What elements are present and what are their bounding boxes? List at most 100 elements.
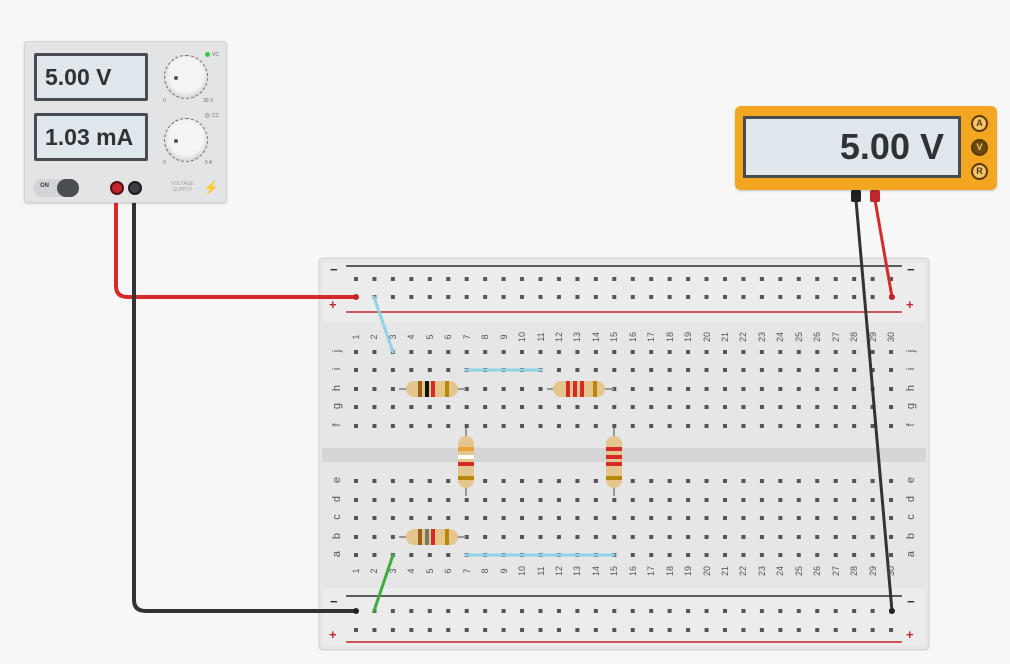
breadboard-hole[interactable]	[870, 498, 875, 502]
breadboard-hole[interactable]	[870, 424, 875, 428]
voltage-knob[interactable]	[164, 55, 208, 99]
breadboard-hole[interactable]	[667, 295, 672, 299]
breadboard-hole[interactable]	[575, 516, 580, 520]
breadboard-hole[interactable]	[686, 516, 691, 520]
breadboard-hole[interactable]	[501, 535, 506, 539]
breadboard-hole[interactable]	[390, 479, 395, 483]
breadboard-hole[interactable]	[372, 350, 377, 354]
breadboard-hole[interactable]	[354, 516, 358, 520]
breadboard-hole[interactable]	[538, 516, 543, 520]
breadboard-hole[interactable]	[833, 424, 838, 428]
power-switch[interactable]: ON	[33, 179, 79, 197]
breadboard-hole[interactable]	[575, 405, 580, 409]
breadboard-hole[interactable]	[409, 424, 414, 428]
breadboard-hole[interactable]	[630, 516, 635, 520]
breadboard-hole[interactable]	[612, 350, 617, 354]
breadboard-hole[interactable]	[741, 295, 746, 299]
breadboard-hole[interactable]	[667, 609, 672, 613]
breadboard-hole[interactable]	[759, 479, 764, 483]
breadboard-hole[interactable]	[759, 498, 764, 502]
breadboard-hole[interactable]	[870, 516, 875, 520]
breadboard-hole[interactable]	[409, 405, 414, 409]
breadboard-hole[interactable]	[649, 516, 654, 520]
breadboard-hole[interactable]	[741, 277, 746, 281]
breadboard-hole[interactable]	[815, 424, 820, 428]
breadboard-hole[interactable]	[704, 553, 709, 557]
breadboard-hole[interactable]	[612, 628, 617, 632]
breadboard-hole[interactable]	[483, 387, 488, 391]
breadboard-hole[interactable]	[889, 387, 894, 391]
breadboard-hole[interactable]	[446, 516, 451, 520]
breadboard-hole[interactable]	[833, 295, 838, 299]
breadboard-hole[interactable]	[520, 535, 525, 539]
breadboard-hole[interactable]	[796, 628, 801, 632]
breadboard-hole[interactable]	[667, 479, 672, 483]
breadboard-hole[interactable]	[556, 479, 561, 483]
breadboard-hole[interactable]	[667, 350, 672, 354]
breadboard-hole[interactable]	[704, 424, 709, 428]
breadboard-hole[interactable]	[649, 350, 654, 354]
breadboard-hole[interactable]	[723, 277, 727, 281]
breadboard-hole[interactable]	[704, 295, 709, 299]
breadboard-hole[interactable]	[372, 387, 377, 391]
breadboard-hole[interactable]	[630, 295, 635, 299]
breadboard-hole[interactable]	[501, 387, 506, 391]
breadboard-hole[interactable]	[464, 424, 469, 428]
breadboard-hole[interactable]	[464, 628, 469, 632]
breadboard-hole[interactable]	[630, 628, 635, 632]
breadboard-hole[interactable]	[354, 368, 358, 372]
breadboard-hole[interactable]	[612, 405, 617, 409]
breadboard-hole[interactable]	[501, 405, 506, 409]
breadboard-hole[interactable]	[667, 277, 672, 281]
breadboard-hole[interactable]	[427, 350, 432, 354]
breadboard-hole[interactable]	[409, 295, 414, 299]
breadboard-hole[interactable]	[649, 553, 654, 557]
breadboard-hole[interactable]	[667, 498, 672, 502]
breadboard-hole[interactable]	[796, 405, 801, 409]
breadboard-hole[interactable]	[723, 609, 727, 613]
breadboard-hole[interactable]	[538, 405, 543, 409]
breadboard-hole[interactable]	[686, 277, 691, 281]
breadboard-hole[interactable]	[390, 368, 395, 372]
breadboard-hole[interactable]	[889, 516, 894, 520]
breadboard-hole[interactable]	[815, 277, 820, 281]
breadboard-hole[interactable]	[649, 628, 654, 632]
breadboard-hole[interactable]	[667, 368, 672, 372]
breadboard-hole[interactable]	[796, 609, 801, 613]
power-supply[interactable]: 5.00 V 1.03 mA 0 30 V 0 5 A VC CC ON VOL…	[24, 41, 227, 203]
breadboard-hole[interactable]	[723, 553, 727, 557]
breadboard-hole[interactable]	[483, 405, 488, 409]
breadboard-hole[interactable]	[427, 295, 432, 299]
breadboard-hole[interactable]	[630, 535, 635, 539]
breadboard-hole[interactable]	[520, 350, 525, 354]
breadboard-hole[interactable]	[556, 516, 561, 520]
breadboard-hole[interactable]	[723, 516, 727, 520]
breadboard-hole[interactable]	[575, 498, 580, 502]
breadboard-hole[interactable]	[686, 368, 691, 372]
breadboard-hole[interactable]	[409, 516, 414, 520]
breadboard-hole[interactable]	[575, 368, 580, 372]
breadboard-hole[interactable]	[796, 553, 801, 557]
breadboard-hole[interactable]	[593, 295, 598, 299]
breadboard-hole[interactable]	[759, 628, 764, 632]
breadboard-hole[interactable]	[409, 479, 414, 483]
breadboard-hole[interactable]	[889, 535, 894, 539]
breadboard-hole[interactable]	[833, 535, 838, 539]
breadboard-hole[interactable]	[372, 424, 377, 428]
breadboard-hole[interactable]	[796, 498, 801, 502]
breadboard-hole[interactable]	[630, 368, 635, 372]
breadboard-hole[interactable]	[593, 498, 598, 502]
breadboard-hole[interactable]	[852, 277, 857, 281]
breadboard-hole[interactable]	[815, 405, 820, 409]
breadboard-hole[interactable]	[759, 535, 764, 539]
breadboard-hole[interactable]	[649, 387, 654, 391]
breadboard-hole[interactable]	[501, 277, 506, 281]
breadboard-hole[interactable]	[630, 424, 635, 428]
meter-probe-red[interactable]	[870, 190, 880, 202]
breadboard-hole[interactable]	[520, 516, 525, 520]
breadboard-hole[interactable]	[464, 516, 469, 520]
breadboard-hole[interactable]	[556, 368, 561, 372]
breadboard-hole[interactable]	[649, 277, 654, 281]
breadboard-hole[interactable]	[759, 553, 764, 557]
breadboard-hole[interactable]	[464, 350, 469, 354]
